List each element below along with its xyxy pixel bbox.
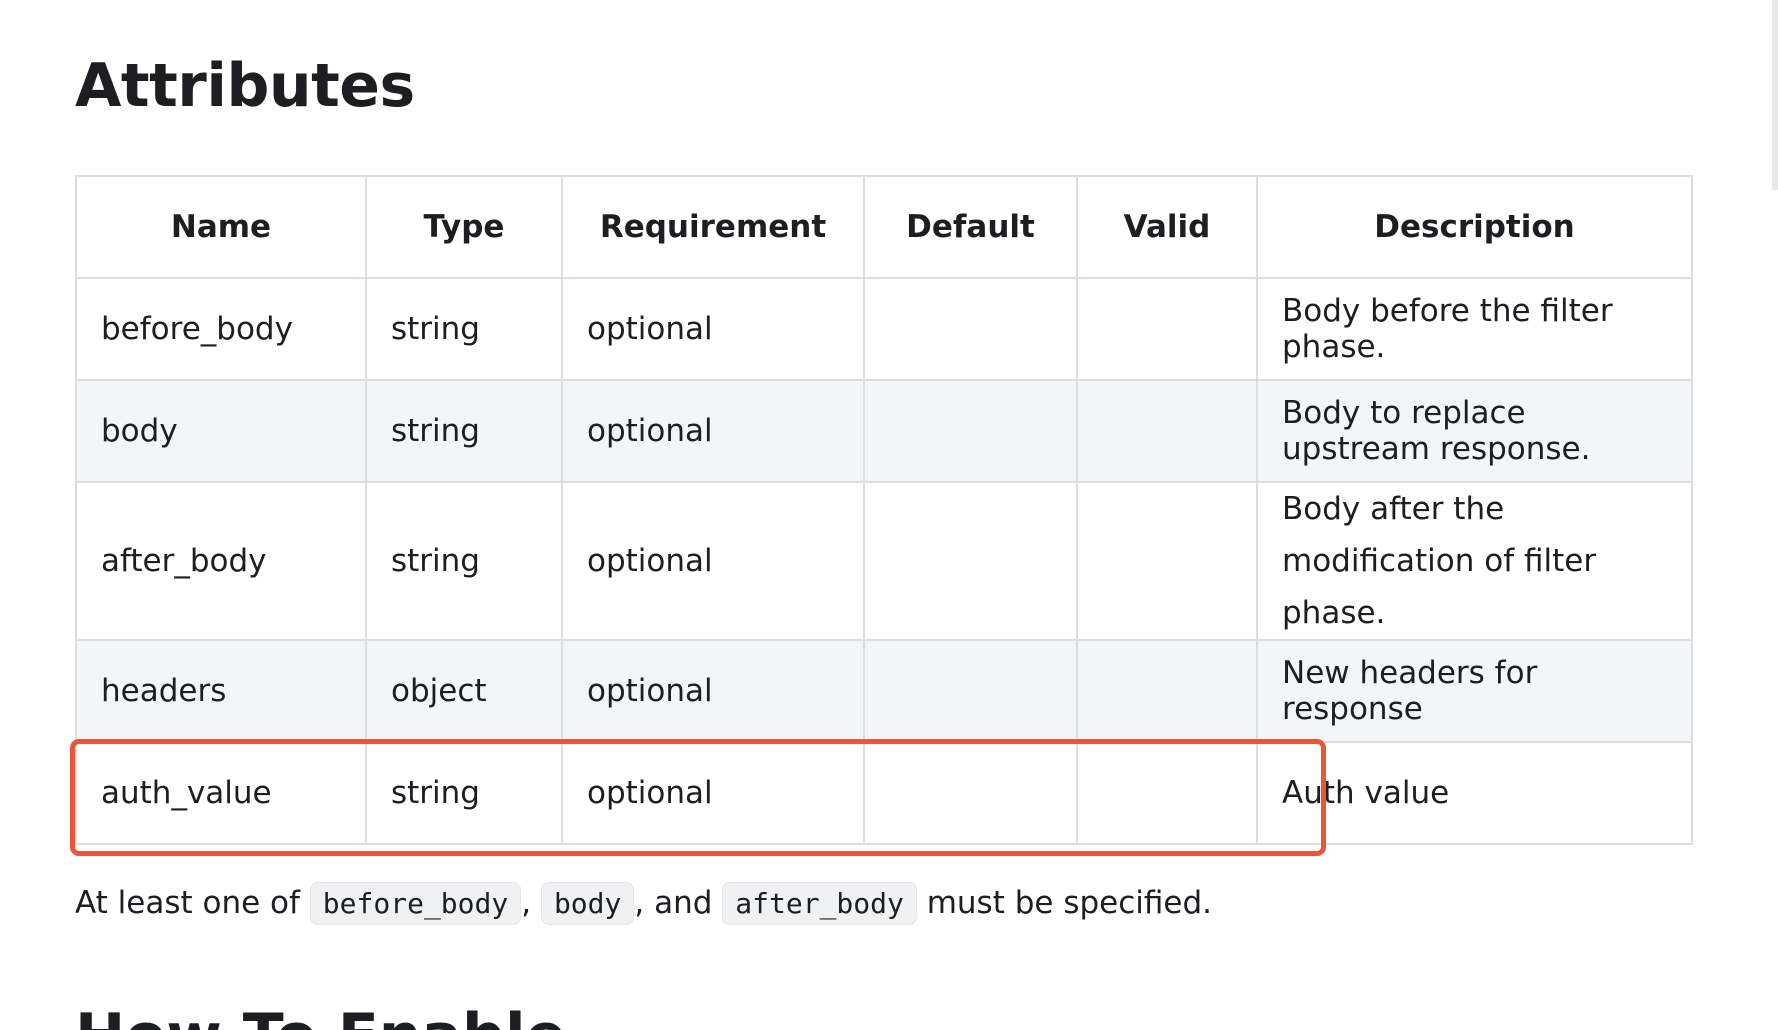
scrollbar[interactable] bbox=[1772, 0, 1778, 190]
inline-code-after-body: after_body bbox=[722, 882, 917, 925]
cell-description: Body after the modification of filter ph… bbox=[1256, 481, 1693, 641]
cell-valid bbox=[1076, 639, 1258, 743]
header-name: Name bbox=[75, 175, 367, 279]
cell-type: string bbox=[365, 277, 563, 381]
cell-valid bbox=[1076, 741, 1258, 845]
cell-name: after_body bbox=[75, 481, 367, 641]
table-header-row: Name Type Requirement Default Valid Desc… bbox=[75, 175, 1693, 279]
cell-valid bbox=[1076, 277, 1258, 381]
header-requirement: Requirement bbox=[561, 175, 865, 279]
table-row: before_body string optional Body before … bbox=[75, 277, 1693, 381]
cell-description: Auth value bbox=[1256, 741, 1693, 845]
cell-requirement: optional bbox=[561, 379, 865, 483]
header-description: Description bbox=[1256, 175, 1693, 279]
attributes-table: Name Type Requirement Default Valid Desc… bbox=[75, 175, 1693, 845]
docs-page: Attributes Name Type Requirement Default… bbox=[0, 0, 1778, 1030]
cell-name: headers bbox=[75, 639, 367, 743]
cell-name: before_body bbox=[75, 277, 367, 381]
table-row: body string optional Body to replace ups… bbox=[75, 379, 1693, 483]
table-row: after_body string optional Body after th… bbox=[75, 481, 1693, 641]
header-valid: Valid bbox=[1076, 175, 1258, 279]
cell-type: object bbox=[365, 639, 563, 743]
cell-type: string bbox=[365, 481, 563, 641]
cell-description: Body before the filter phase. bbox=[1256, 277, 1693, 381]
cell-name: body bbox=[75, 379, 367, 483]
cell-valid bbox=[1076, 481, 1258, 641]
cell-description: Body to replace upstream response. bbox=[1256, 379, 1693, 483]
section-heading: Attributes bbox=[75, 51, 415, 121]
note-suffix: must be specified. bbox=[916, 885, 1213, 921]
cell-description: New headers for response bbox=[1256, 639, 1693, 743]
cell-default bbox=[863, 277, 1078, 381]
next-section-heading: How To Enable bbox=[75, 1000, 566, 1030]
cell-requirement: optional bbox=[561, 481, 865, 641]
cell-name: auth_value bbox=[75, 741, 367, 845]
header-type: Type bbox=[365, 175, 563, 279]
note-separator: , bbox=[521, 885, 541, 921]
cell-requirement: optional bbox=[561, 741, 865, 845]
inline-code-body: body bbox=[540, 882, 635, 925]
cell-default bbox=[863, 639, 1078, 743]
header-default: Default bbox=[863, 175, 1078, 279]
table-row: headers object optional New headers for … bbox=[75, 639, 1693, 743]
note-separator: , and bbox=[634, 885, 723, 921]
table-row-highlighted: auth_value string optional Auth value bbox=[75, 741, 1693, 845]
inline-code-before-body: before_body bbox=[309, 882, 522, 925]
requirement-note: At least one of before_body, body, and a… bbox=[75, 877, 1212, 930]
cell-requirement: optional bbox=[561, 277, 865, 381]
cell-default bbox=[863, 481, 1078, 641]
note-prefix: At least one of bbox=[75, 885, 310, 921]
cell-type: string bbox=[365, 741, 563, 845]
cell-default bbox=[863, 741, 1078, 845]
cell-default bbox=[863, 379, 1078, 483]
cell-requirement: optional bbox=[561, 639, 865, 743]
cell-valid bbox=[1076, 379, 1258, 483]
cell-type: string bbox=[365, 379, 563, 483]
